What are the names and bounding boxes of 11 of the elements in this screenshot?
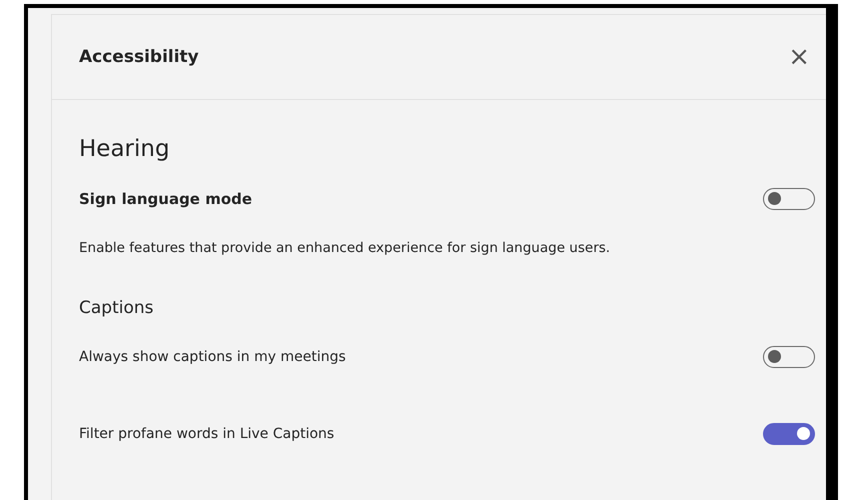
toggle-switch[interactable] [763,423,815,445]
setting-description: Enable features that provide an enhanced experience for sign language users. [79,240,612,256]
subsection-heading: Captions [79,298,154,318]
close-button[interactable]: × [784,44,814,70]
setting-label: Always show captions in my meetings [79,349,346,365]
toggle-switch[interactable] [763,346,815,368]
setting-label: Sign language mode [79,190,252,208]
panel-title: Accessibility [79,47,199,67]
toggle-switch[interactable] [763,188,815,210]
setting-label: Filter profane words in Live Captions [79,426,334,442]
section-heading: Hearing [79,136,171,162]
